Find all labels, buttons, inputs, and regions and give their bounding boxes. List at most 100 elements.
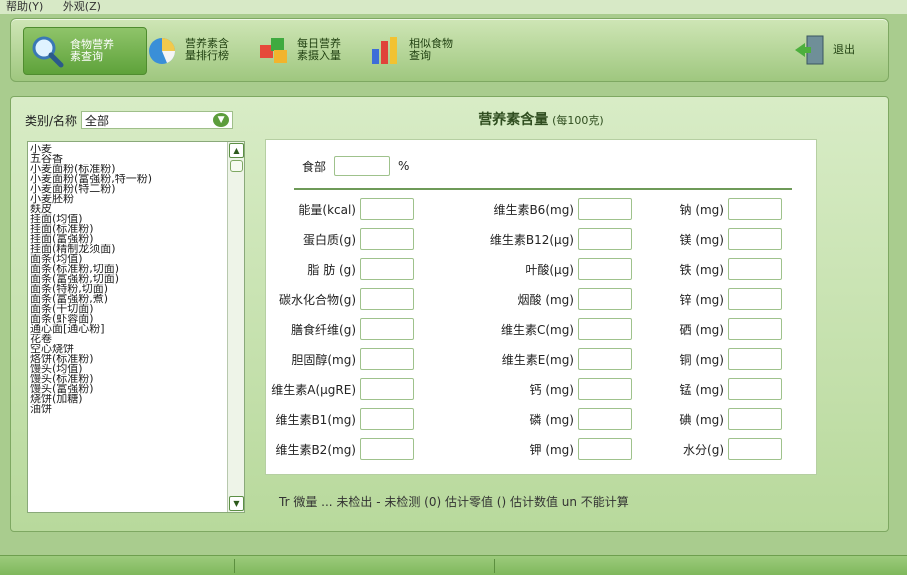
status-divider [234,559,235,573]
food-list-item[interactable]: 花卷 [30,334,244,344]
food-list-item[interactable]: 面条(虾蓉面) [30,314,244,324]
food-list-item[interactable]: 麸皮 [30,204,244,214]
status-divider [494,559,495,573]
nutrient-value-field[interactable] [360,228,414,250]
nutrient-value-field[interactable] [360,438,414,460]
magnifier-icon [30,34,64,68]
scroll-up-icon[interactable]: ▲ [229,143,244,158]
food-list-item[interactable]: 小麦 [30,144,244,154]
food-list-item[interactable]: 小麦胚粉 [30,194,244,204]
food-list-item[interactable]: 面条(标准粉,切面) [30,264,244,274]
nutrient-label: 脂 肪 (g) [307,262,356,277]
nutrient-label: 叶酸(μg) [525,262,574,277]
food-list-item[interactable]: 挂面(均值) [30,214,244,224]
food-list-item[interactable]: 小麦面粉(标准粉) [30,164,244,174]
food-list-item[interactable]: 面条(特粉,切面) [30,284,244,294]
nutrient-value-field[interactable] [360,408,414,430]
nutrient-label: 钙 (mg) [529,382,575,397]
food-list-item[interactable]: 五谷香 [30,154,244,164]
nutrient-label: 蛋白质(g) [303,232,356,247]
food-list-item[interactable]: 油饼 [30,404,244,414]
scroll-down-icon[interactable]: ▼ [229,496,244,511]
food-nutrient-query-button[interactable]: 食物营养素查询 [23,27,147,75]
chevron-down-icon[interactable]: ▼ [213,113,230,127]
nutrient-value-field[interactable] [360,258,414,280]
nutrient-ranking-button[interactable]: 营养素含量排行榜 [145,27,255,73]
nutrient-value-field[interactable] [360,318,414,340]
similar-food-button[interactable]: 相似食物查询 [369,27,479,73]
food-list-item[interactable]: 馒头(富强粉) [30,384,244,394]
nutrient-label: 维生素E(mg) [501,352,574,367]
edible-row: 食部 % [302,156,409,176]
food-list-item[interactable]: 挂面(标准粉) [30,224,244,234]
nutrient-row: 铁 (mg) [582,258,782,280]
menu-bar: 帮助(Y) 外观(Z) [0,0,907,14]
nutrient-value-field[interactable] [728,258,782,280]
daily-intake-button[interactable]: 每日营养素摄入量 [257,27,367,73]
toolbar-label-2: 营养素含量排行榜 [185,37,229,62]
edible-label: 食部 [302,159,327,174]
food-list-item[interactable]: 通心面[通心粉] [30,324,244,334]
nutrient-value-field[interactable] [360,288,414,310]
nutrient-label: 胆固醇(mg) [291,352,356,367]
nutrient-label: 铜 (mg) [679,352,725,367]
food-list-item[interactable]: 空心烧饼 [30,344,244,354]
scroll-thumb[interactable] [230,160,243,172]
nutrition-title: 营养素含量 [478,112,549,128]
edible-unit: % [398,159,410,173]
nutrient-value-field[interactable] [728,198,782,220]
nutrient-label: 维生素B1(mg) [275,412,356,427]
category-value: 全部 [85,113,110,128]
nutrient-label: 钾 (mg) [529,442,575,457]
nutrient-row: 铜 (mg) [582,348,782,370]
nutrient-row: 锌 (mg) [582,288,782,310]
main-panel: 类别/名称 全部 ▼ 小麦 五谷香 小麦面粉(标准粉) 小麦面粉(富强粉,特一粉) 小麦… [10,96,889,532]
food-list-item[interactable]: 面条(均值) [30,254,244,264]
nutrient-value-field[interactable] [728,288,782,310]
nutrient-row: 维生素B1(mg) [214,408,414,430]
nutrient-value-field[interactable] [360,348,414,370]
food-list-item[interactable]: 馒头(标准粉) [30,374,244,384]
food-list-item[interactable]: 烧饼(加糖) [30,394,244,404]
toolbar-label-3: 每日营养素摄入量 [297,37,341,62]
food-list-item[interactable]: 烙饼(标准粉) [30,354,244,364]
nutrient-label: 维生素A(μgRE) [271,382,356,397]
nutrient-value-field[interactable] [728,438,782,460]
food-list-item[interactable]: 馒头(均值) [30,364,244,374]
nutrient-value-field[interactable] [728,228,782,250]
nutrient-value-field[interactable] [360,198,414,220]
nutrient-label: 膳食纤维(g) [291,322,356,337]
nutrient-row: 膳食纤维(g) [214,318,414,340]
nutrient-row: 锰 (mg) [582,378,782,400]
pie-chart-icon [145,33,179,67]
food-list-item[interactable]: 小麦面粉(特二粉) [30,184,244,194]
food-list-item[interactable]: 挂面(精制龙须面) [30,244,244,254]
food-list[interactable]: 小麦 五谷香 小麦面粉(标准粉) 小麦面粉(富强粉,特一粉) 小麦面粉(特二粉) 小麦胚粉… [27,141,245,513]
menu-skin[interactable]: 外观(Z) [63,0,101,13]
nutrient-row: 镁 (mg) [582,228,782,250]
cubes-icon [257,33,291,67]
nutrient-row: 钠 (mg) [582,198,782,220]
category-select[interactable]: 全部 ▼ [81,111,234,129]
nutrient-label: 硒 (mg) [679,322,725,337]
nutrient-value-field[interactable] [728,378,782,400]
nutrient-row: 水分(g) [582,438,782,460]
food-list-item[interactable]: 面条(富强粉,切面) [30,274,244,284]
food-list-item[interactable]: 面条(干切面) [30,304,244,314]
food-list-item[interactable]: 面条(富强粉,煮) [30,294,244,304]
nutrient-value-field[interactable] [728,348,782,370]
nutrient-label: 烟酸 (mg) [517,292,575,307]
edible-field[interactable] [334,156,391,176]
food-list-item[interactable]: 挂面(富强粉) [30,234,244,244]
nutrient-label: 碘 (mg) [679,412,725,427]
menu-help[interactable]: 帮助(Y) [6,0,43,13]
nutrient-value-field[interactable] [728,318,782,340]
nutrient-row: 胆固醇(mg) [214,348,414,370]
nutrient-label: 锰 (mg) [679,382,725,397]
nutrition-box: 食部 % 能量(kcal) 蛋白质(g) 脂 肪 (g) 碳水化合物(g) 膳食纤维(g… [265,139,817,475]
nutrient-value-field[interactable] [728,408,782,430]
nutrient-value-field[interactable] [360,378,414,400]
food-list-item[interactable]: 小麦面粉(富强粉,特一粉) [30,174,244,184]
exit-button[interactable]: 退出 [793,27,873,73]
nutrient-label: 能量(kcal) [298,202,356,217]
